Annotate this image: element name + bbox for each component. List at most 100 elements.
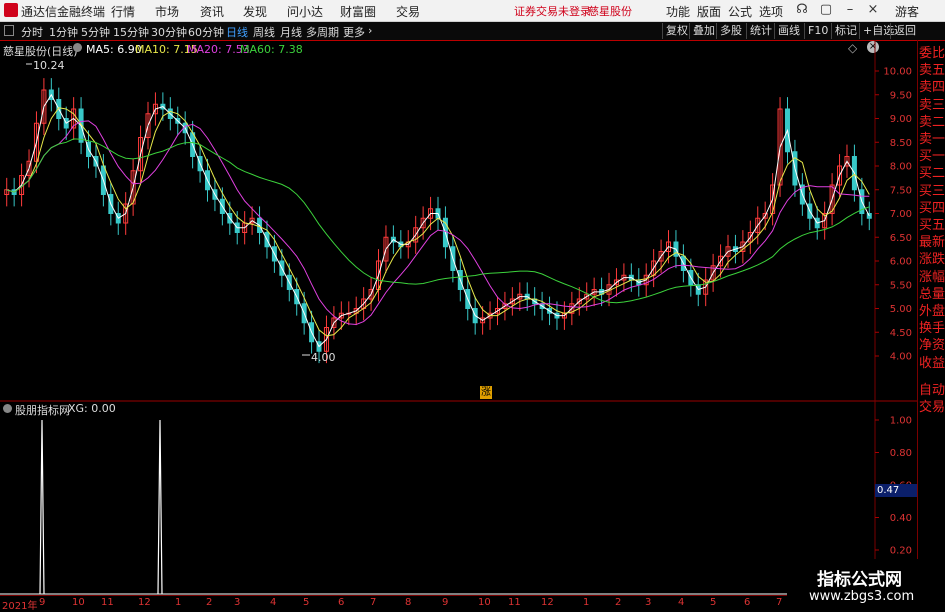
x-axis-label: 12: [138, 597, 151, 608]
indicator-chart[interactable]: 1.000.800.600.400.20: [0, 402, 918, 595]
x-axis-label: 6: [338, 597, 345, 608]
indicator-y-tick-label: 1.00: [890, 416, 912, 427]
menu-gongshi[interactable]: 公式: [728, 3, 752, 20]
menu-gongneng[interactable]: 功能: [666, 3, 690, 20]
side-tab-9[interactable]: 买四: [919, 201, 945, 216]
side-tab-20[interactable]: 交易: [919, 400, 945, 415]
y-tick-label: 9.00: [890, 114, 912, 125]
menu-wenxiaoda[interactable]: 问小达: [287, 3, 323, 20]
x-axis-label: 6: [744, 597, 751, 608]
menu-banmian[interactable]: 版面: [697, 3, 721, 20]
x-axis-label: 5: [710, 597, 717, 608]
menu-caifuquan[interactable]: 财富圈: [340, 3, 376, 20]
period-monthly[interactable]: 月线: [280, 24, 302, 40]
biaoji-button[interactable]: 标记: [831, 23, 860, 39]
side-tab-13[interactable]: 涨幅: [919, 270, 945, 285]
diejia-button[interactable]: 叠加: [689, 23, 718, 39]
menu-jiaoyi[interactable]: 交易: [396, 3, 420, 20]
y-tick-label: 7.50: [890, 185, 912, 196]
limit-up-marker[interactable]: 涨: [480, 386, 492, 399]
side-tab-17[interactable]: 净资: [919, 338, 945, 353]
menu-xuanxiang[interactable]: 选项: [759, 3, 783, 20]
x-axis-label: 2021年: [2, 601, 38, 612]
x-axis-label: 5: [303, 597, 310, 608]
x-axis-label: 2: [615, 597, 622, 608]
side-tab-16[interactable]: 换手: [919, 321, 945, 336]
side-tab-2[interactable]: 卖四: [919, 80, 945, 95]
side-tab-10[interactable]: 买五: [919, 218, 945, 233]
side-tab-11[interactable]: 最新: [919, 235, 945, 250]
indicator-y-tick-label: 0.80: [890, 448, 912, 459]
x-axis-label: 3: [645, 597, 652, 608]
watermark-url: www.zbgs3.com: [809, 589, 915, 604]
side-tab-15[interactable]: 外盘: [919, 304, 945, 319]
indicator-current-value: 0.47: [875, 484, 918, 497]
period-weekly[interactable]: 周线: [253, 24, 275, 40]
candlestick-chart[interactable]: 10.00 9.50 9.00 8.50 8.00 7.50 7.00 6.50 6.00 5.5…: [0, 40, 918, 402]
side-tab-5[interactable]: 卖一: [919, 132, 945, 147]
y-tick-label: 5.50: [890, 280, 912, 291]
signal-spike: [157, 419, 163, 595]
side-tab-14[interactable]: 总量: [919, 287, 945, 302]
x-axis-label: 1: [583, 597, 590, 608]
period-1min[interactable]: 1分钟: [49, 24, 78, 40]
period-5min[interactable]: 5分钟: [81, 24, 110, 40]
x-axis-label: 11: [101, 597, 114, 608]
period-30min[interactable]: 30分钟: [151, 24, 187, 40]
x-axis-label: 1: [175, 597, 182, 608]
panel-toggle-icon[interactable]: [4, 25, 14, 36]
chevron-right-icon[interactable]: ›: [368, 24, 372, 37]
x-axis-label: 10: [72, 597, 85, 608]
return-button[interactable]: 返回: [890, 23, 919, 39]
side-tab-7[interactable]: 买二: [919, 166, 945, 181]
menu-faxian[interactable]: 发现: [243, 3, 267, 20]
duogu-button[interactable]: 多股: [716, 23, 745, 39]
x-axis: 2021年 9 10 11 12 1 2 3 4 5 6 7 8 9 10 11 12 1 2 3 4 5 6 7: [0, 595, 918, 612]
x-axis-label: 10: [478, 597, 491, 608]
side-tab-19[interactable]: 自动: [919, 383, 945, 398]
side-tab-18[interactable]: 收益: [919, 356, 945, 371]
minimize-icon[interactable]: –: [840, 2, 860, 18]
watermark-title: 指标公式网: [817, 570, 902, 590]
huaxian-button[interactable]: 画线: [774, 23, 803, 39]
app-title: 通达信金融终端: [21, 5, 106, 19]
quote-side-panel: 委比卖五卖四卖三卖二卖一买一买二买三买四买五最新涨跌涨幅总量外盘换手净资收益自动…: [917, 40, 945, 595]
guest-label[interactable]: 游客: [895, 3, 919, 20]
watermark: 指标公式网 www.zbgs3.com: [787, 559, 945, 609]
period-daily[interactable]: 日线: [226, 24, 248, 40]
menu-hangqing[interactable]: 行情: [111, 3, 135, 20]
indicator-y-tick-label: 0.20: [890, 546, 912, 557]
tongji-button[interactable]: 统计: [746, 23, 775, 39]
side-tab-0[interactable]: 委比: [919, 46, 945, 61]
side-tab-8[interactable]: 买三: [919, 184, 945, 199]
side-tab-12[interactable]: 涨跌: [919, 252, 945, 267]
headset-icon[interactable]: ☊: [792, 2, 812, 18]
x-axis-label: 4: [678, 597, 685, 608]
skin-icon[interactable]: ▢: [816, 2, 836, 18]
period-multi[interactable]: 多周期: [306, 24, 339, 40]
y-tick-label: 9.50: [890, 90, 912, 101]
f10-button[interactable]: F10: [804, 23, 831, 39]
y-tick-label: 7.00: [890, 209, 912, 220]
period-15min[interactable]: 15分钟: [113, 24, 149, 40]
high-price-label: 10.24: [33, 59, 65, 72]
y-tick-label: 6.00: [890, 257, 912, 268]
trade-login-status[interactable]: 证券交易未登录: [514, 3, 591, 19]
x-axis-label: 9: [39, 597, 46, 608]
x-axis-label: 3: [234, 597, 241, 608]
side-tab-6[interactable]: 买一: [919, 149, 945, 164]
side-tab-1[interactable]: 卖五: [919, 63, 945, 78]
period-60min[interactable]: 60分钟: [188, 24, 224, 40]
menu-shichang[interactable]: 市场: [155, 3, 179, 20]
period-more[interactable]: 更多: [343, 24, 365, 40]
y-tick-label: 4.50: [890, 328, 912, 339]
fuquan-button[interactable]: 复权: [662, 23, 691, 39]
x-axis-label: 12: [541, 597, 554, 608]
period-fenshi[interactable]: 分时: [21, 24, 43, 40]
close-icon[interactable]: ×: [863, 2, 883, 18]
menu-zixun[interactable]: 资讯: [200, 3, 224, 20]
side-tab-4[interactable]: 卖二: [919, 115, 945, 130]
stock-name-status: 慈星股份: [588, 5, 632, 18]
side-tab-3[interactable]: 卖三: [919, 98, 945, 113]
x-axis-label: 7: [370, 597, 377, 608]
